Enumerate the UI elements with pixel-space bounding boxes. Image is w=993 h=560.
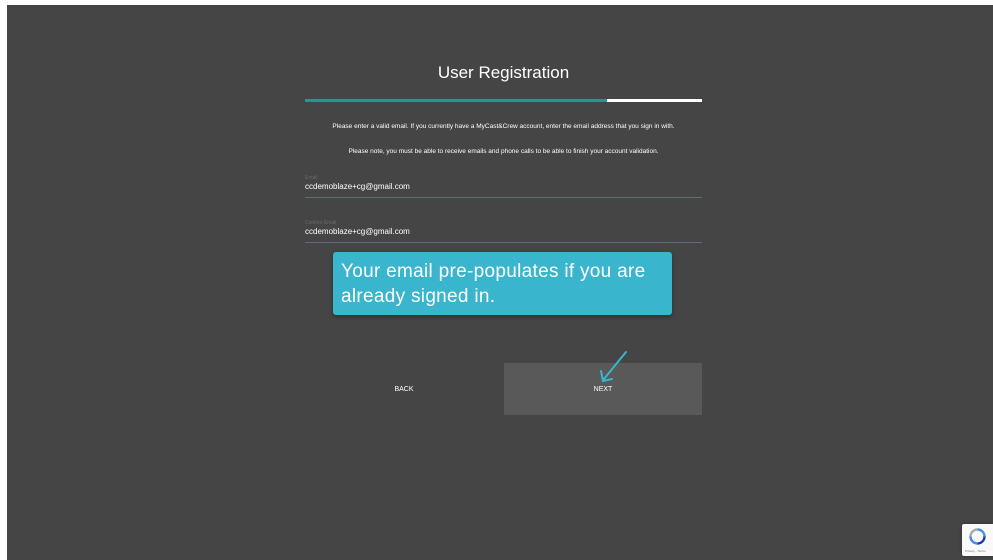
recaptcha-icon [969,528,986,545]
recaptcha-text: Privacy - Terms [965,549,986,553]
progress-bar [305,99,702,102]
confirm-email-input[interactable] [305,226,702,237]
progress-bar-fill [305,99,607,102]
instructions-note: Please note, you must be able to receive… [348,148,659,155]
tutorial-tooltip: Your email pre-populates if you are alre… [333,252,672,315]
instructions-text: Please enter a valid email. If you curre… [332,123,675,130]
confirm-email-field: Confirm Email [305,220,702,243]
page-title: User Registration [437,63,570,82]
email-input[interactable] [305,181,702,192]
back-button[interactable]: BACK [305,363,503,415]
recaptcha-badge[interactable]: Privacy - Terms [962,524,993,556]
pointer-arrow-icon [600,351,627,382]
email-field: Email [305,175,702,198]
